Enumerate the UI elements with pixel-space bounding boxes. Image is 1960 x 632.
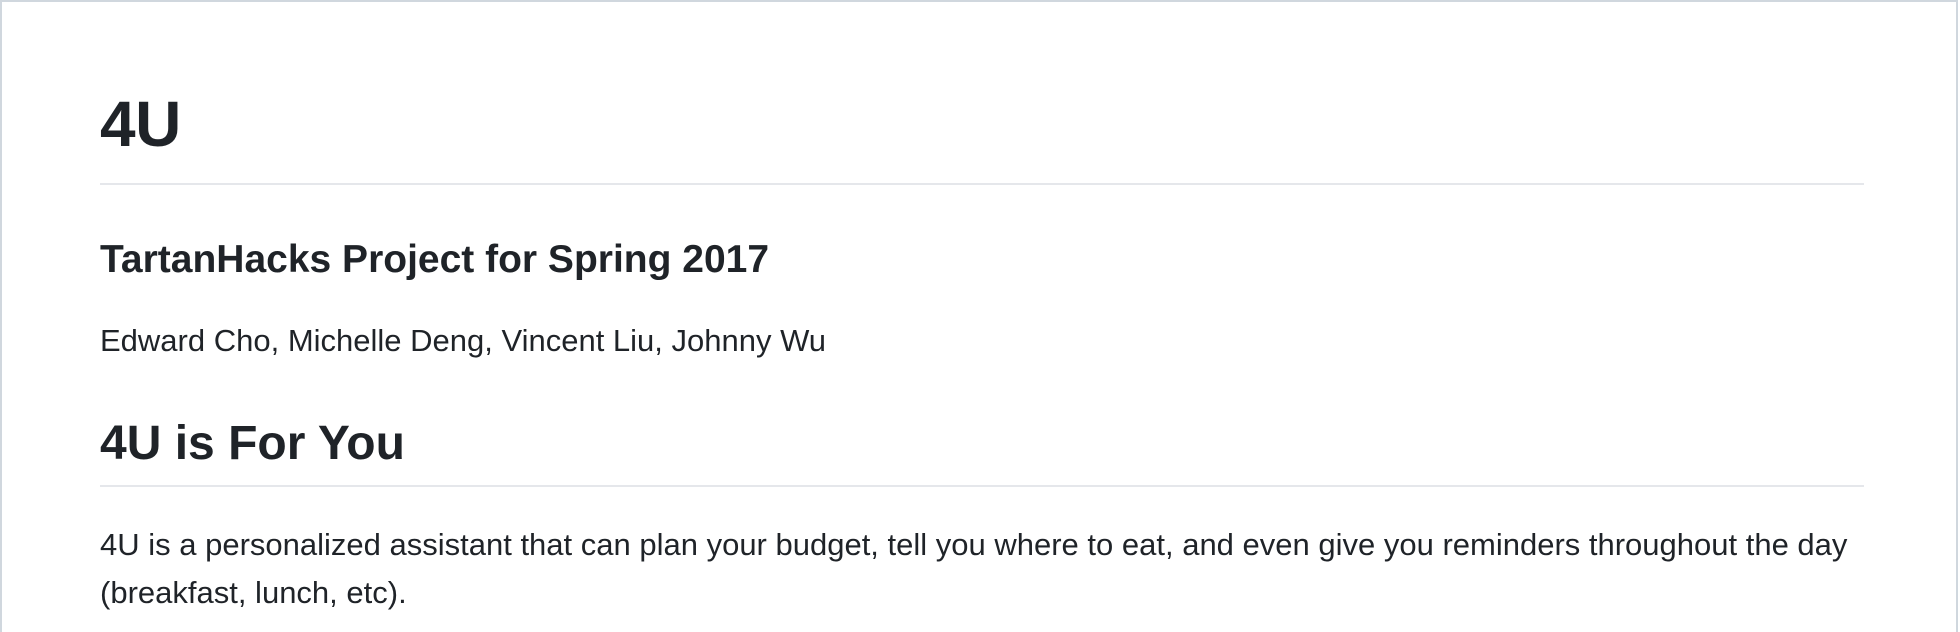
authors-line: Edward Cho, Michelle Deng, Vincent Liu, … <box>100 323 827 358</box>
page-title: 4U <box>100 88 181 160</box>
document-frame: 4U TartanHacks Project for Spring 2017 E… <box>0 0 1958 632</box>
section-paragraph: 4U is a personalized assistant that can … <box>100 527 1848 610</box>
title-divider <box>100 183 1864 185</box>
project-subtitle: TartanHacks Project for Spring 2017 <box>100 238 770 281</box>
section-divider <box>100 485 1864 487</box>
section-heading: 4U is For You <box>100 417 405 470</box>
